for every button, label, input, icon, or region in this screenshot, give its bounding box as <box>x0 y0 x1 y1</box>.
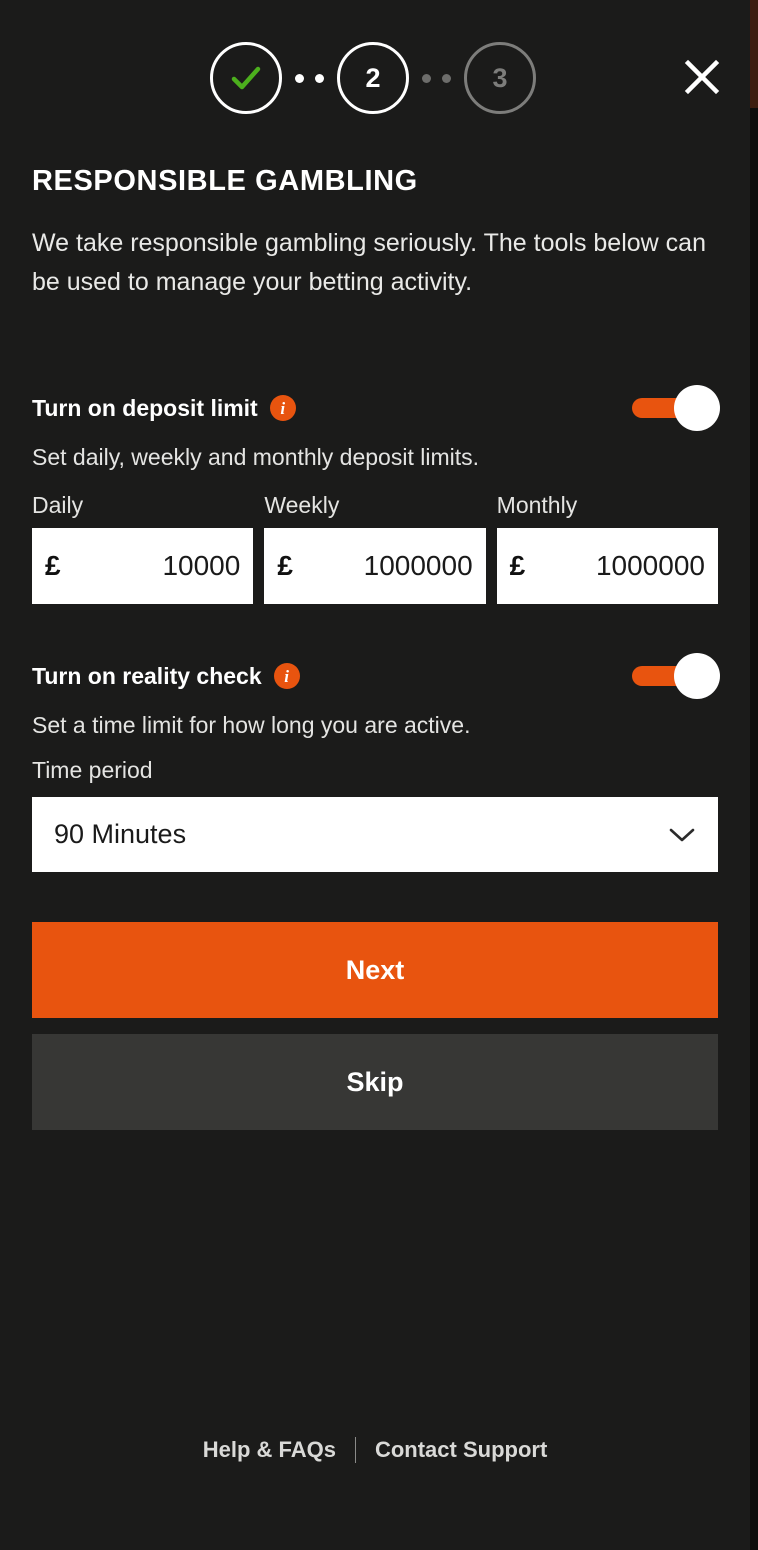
onboarding-stepper: 2 3 <box>210 42 536 114</box>
right-edge-dark-strip <box>750 108 758 1550</box>
reality-check-header-row: Turn on reality check i <box>32 653 720 699</box>
currency-symbol-icon: £ <box>277 550 293 581</box>
monthly-limit-input[interactable] <box>525 550 705 582</box>
next-button[interactable]: Next <box>32 922 718 1018</box>
reality-check-toggle[interactable] <box>632 653 720 699</box>
time-period-label: Time period <box>32 757 153 783</box>
skip-button[interactable]: Skip <box>32 1034 718 1130</box>
stepper-step-1[interactable] <box>210 42 282 114</box>
deposit-limit-toggle[interactable] <box>632 385 720 431</box>
close-icon <box>684 59 720 95</box>
stepper-step-3[interactable]: 3 <box>464 42 536 114</box>
close-button[interactable] <box>680 55 724 99</box>
help-and-faqs-link[interactable]: Help & FAQs <box>203 1437 336 1463</box>
reality-check-title-group: Turn on reality check i <box>32 663 300 690</box>
deposit-limit-info-icon[interactable]: i <box>269 395 296 421</box>
toggle-knob <box>674 653 720 699</box>
weekly-input-wrapper[interactable]: £ <box>264 528 486 604</box>
page-title: RESPONSIBLE GAMBLING <box>32 165 418 197</box>
weekly-label: Weekly <box>264 492 340 518</box>
stepper-connector-1 <box>282 73 337 83</box>
currency-symbol-icon: £ <box>509 550 526 581</box>
stepper-step-3-label: 3 <box>492 62 508 93</box>
deposit-limit-header-row: Turn on deposit limit i <box>32 385 720 431</box>
reality-check-description: Set a time limit for how long you are ac… <box>32 712 471 738</box>
currency-symbol-icon: £ <box>45 550 61 581</box>
responsible-gambling-screen: 2 3 RESPONSIBLE GAMBLING We take respons… <box>0 0 758 1550</box>
connector-dot <box>442 73 451 83</box>
stepper-step-2[interactable]: 2 <box>337 42 409 114</box>
deposit-limit-monthly: Monthly £ <box>496 492 718 604</box>
daily-limit-input[interactable] <box>60 550 241 582</box>
time-period-select[interactable]: 90 Minutes <box>32 797 718 872</box>
deposit-limit-fields: Daily £ Weekly £ Monthly £ <box>32 492 718 604</box>
connector-dot <box>422 73 431 83</box>
contact-support-link[interactable]: Contact Support <box>375 1437 547 1463</box>
monthly-label: Monthly <box>496 492 578 518</box>
stepper-connector-2 <box>409 73 464 83</box>
reality-check-title: Turn on reality check <box>32 662 262 689</box>
weekly-limit-input[interactable] <box>292 550 473 582</box>
deposit-limit-description: Set daily, weekly and monthly deposit li… <box>32 444 479 470</box>
stepper-step-2-label: 2 <box>365 62 381 93</box>
daily-input-wrapper[interactable]: £ <box>32 528 254 604</box>
deposit-limit-weekly: Weekly £ <box>264 492 486 604</box>
time-period-selected-value: 90 Minutes <box>54 819 187 849</box>
deposit-limit-title-group: Turn on deposit limit i <box>32 395 296 422</box>
monthly-input-wrapper[interactable]: £ <box>496 528 718 604</box>
connector-dot <box>295 73 304 83</box>
check-icon <box>231 66 261 90</box>
page-intro-text: We take responsible gambling seriously. … <box>32 229 706 296</box>
reality-check-info-icon[interactable]: i <box>273 663 300 689</box>
right-edge-accent-strip <box>750 0 758 108</box>
daily-label: Daily <box>32 492 84 518</box>
toggle-knob <box>674 385 720 431</box>
deposit-limit-daily: Daily £ <box>32 492 254 604</box>
footer-links: Help & FAQs Contact Support <box>0 1437 750 1463</box>
footer-separator <box>354 1437 356 1463</box>
deposit-limit-title: Turn on deposit limit <box>32 394 258 421</box>
chevron-down-icon <box>669 828 695 841</box>
connector-dot <box>315 73 324 83</box>
